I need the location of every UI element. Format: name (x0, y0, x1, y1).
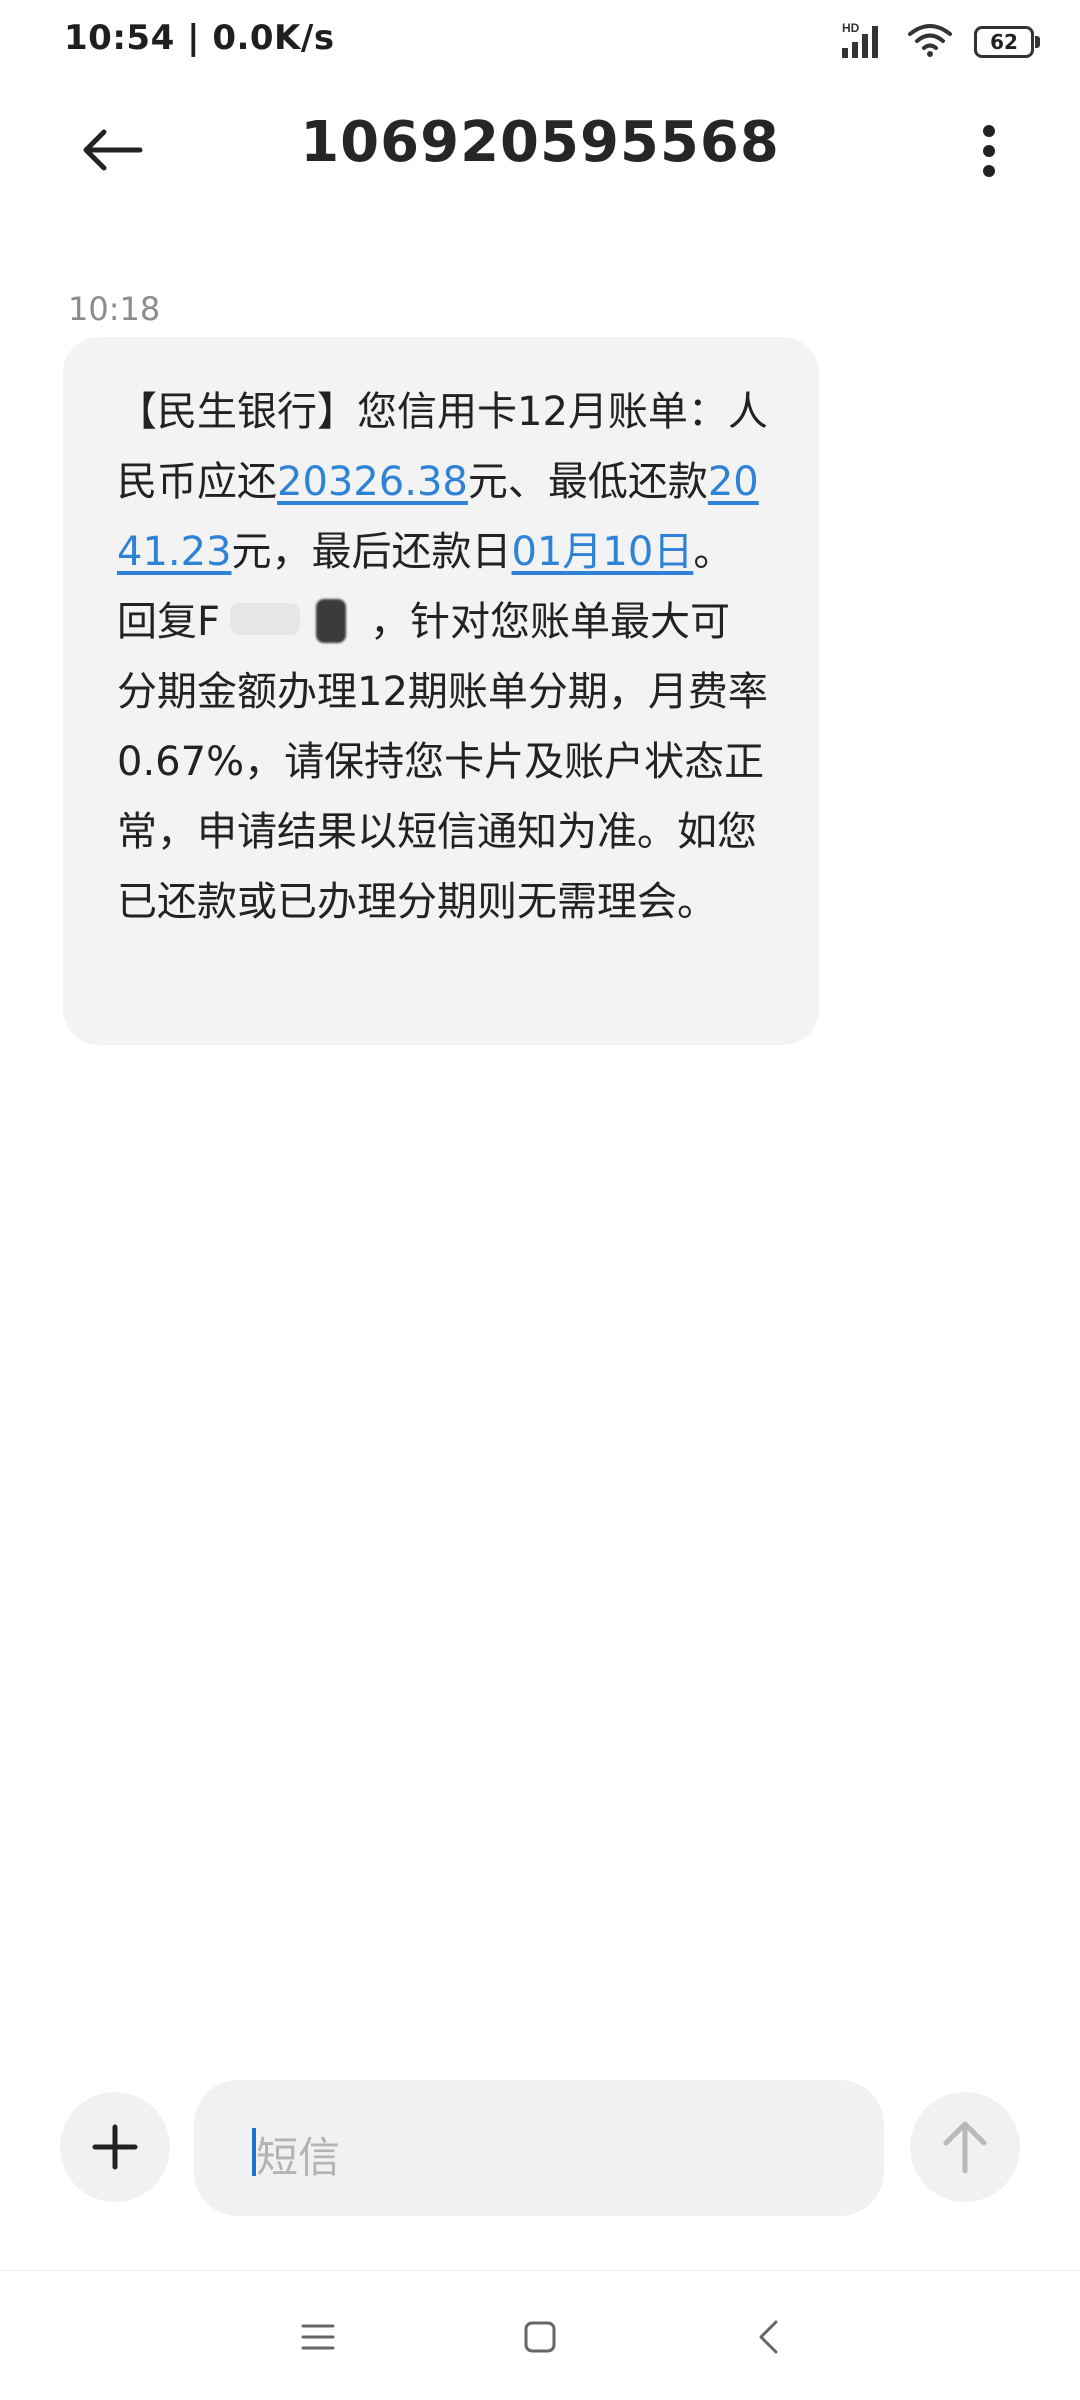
message-bubble[interactable]: 【民生银行】您信用卡12月账单：人民币应还20326.38元、最低还款2041.… (63, 337, 819, 1045)
battery-level: 62 (974, 26, 1034, 58)
input-placeholder: 短信 (256, 2133, 341, 2182)
message-text-part: 元，最后还款日 (231, 529, 512, 575)
message-composer: 短信 (0, 2070, 1080, 2220)
more-vertical-icon (983, 125, 995, 177)
amount-due-link[interactable]: 20326.38 (277, 459, 468, 505)
status-bar: 10:54 | 0.0K/s HD 62 (0, 0, 1080, 84)
message-text-part: ，针对您账单最大可分期金额办理12期账单分期，月费率0.67%，请保持您卡片及账… (117, 599, 768, 925)
svg-text:HD: HD (842, 21, 860, 35)
menu-button[interactable] (288, 2307, 348, 2367)
add-attachment-button[interactable] (60, 2092, 170, 2202)
wifi-icon (908, 22, 952, 62)
plus-icon (92, 2124, 138, 2170)
message-timestamp: 10:18 (68, 290, 161, 328)
conversation-header: 106920595568 (0, 90, 1080, 210)
due-date-link[interactable]: 01月10日 (512, 529, 694, 575)
nav-back-button[interactable] (738, 2307, 798, 2367)
message-text: 【民生银行】您信用卡12月账单：人民币应还20326.38元、最低还款2041.… (117, 377, 769, 937)
send-button[interactable] (910, 2092, 1020, 2202)
back-chevron-icon (759, 2320, 778, 2354)
message-input[interactable]: 短信 (194, 2080, 884, 2216)
message-text-part: 元、最低还款 (467, 459, 708, 505)
redacted-block (220, 597, 370, 643)
send-arrow-up-icon (943, 2121, 987, 2174)
more-options-button[interactable] (964, 116, 1014, 186)
status-time: 10:54 | 0.0K/s (64, 18, 335, 58)
system-nav-bar (0, 2270, 1080, 2400)
page-title: 106920595568 (300, 110, 780, 175)
hd-signal-icon: HD (840, 20, 886, 64)
battery-icon: 62 (974, 26, 1040, 58)
home-square-icon (524, 2321, 556, 2353)
status-icons: HD 62 (840, 20, 1040, 64)
menu-icon (301, 2324, 335, 2350)
home-button[interactable] (510, 2307, 570, 2367)
